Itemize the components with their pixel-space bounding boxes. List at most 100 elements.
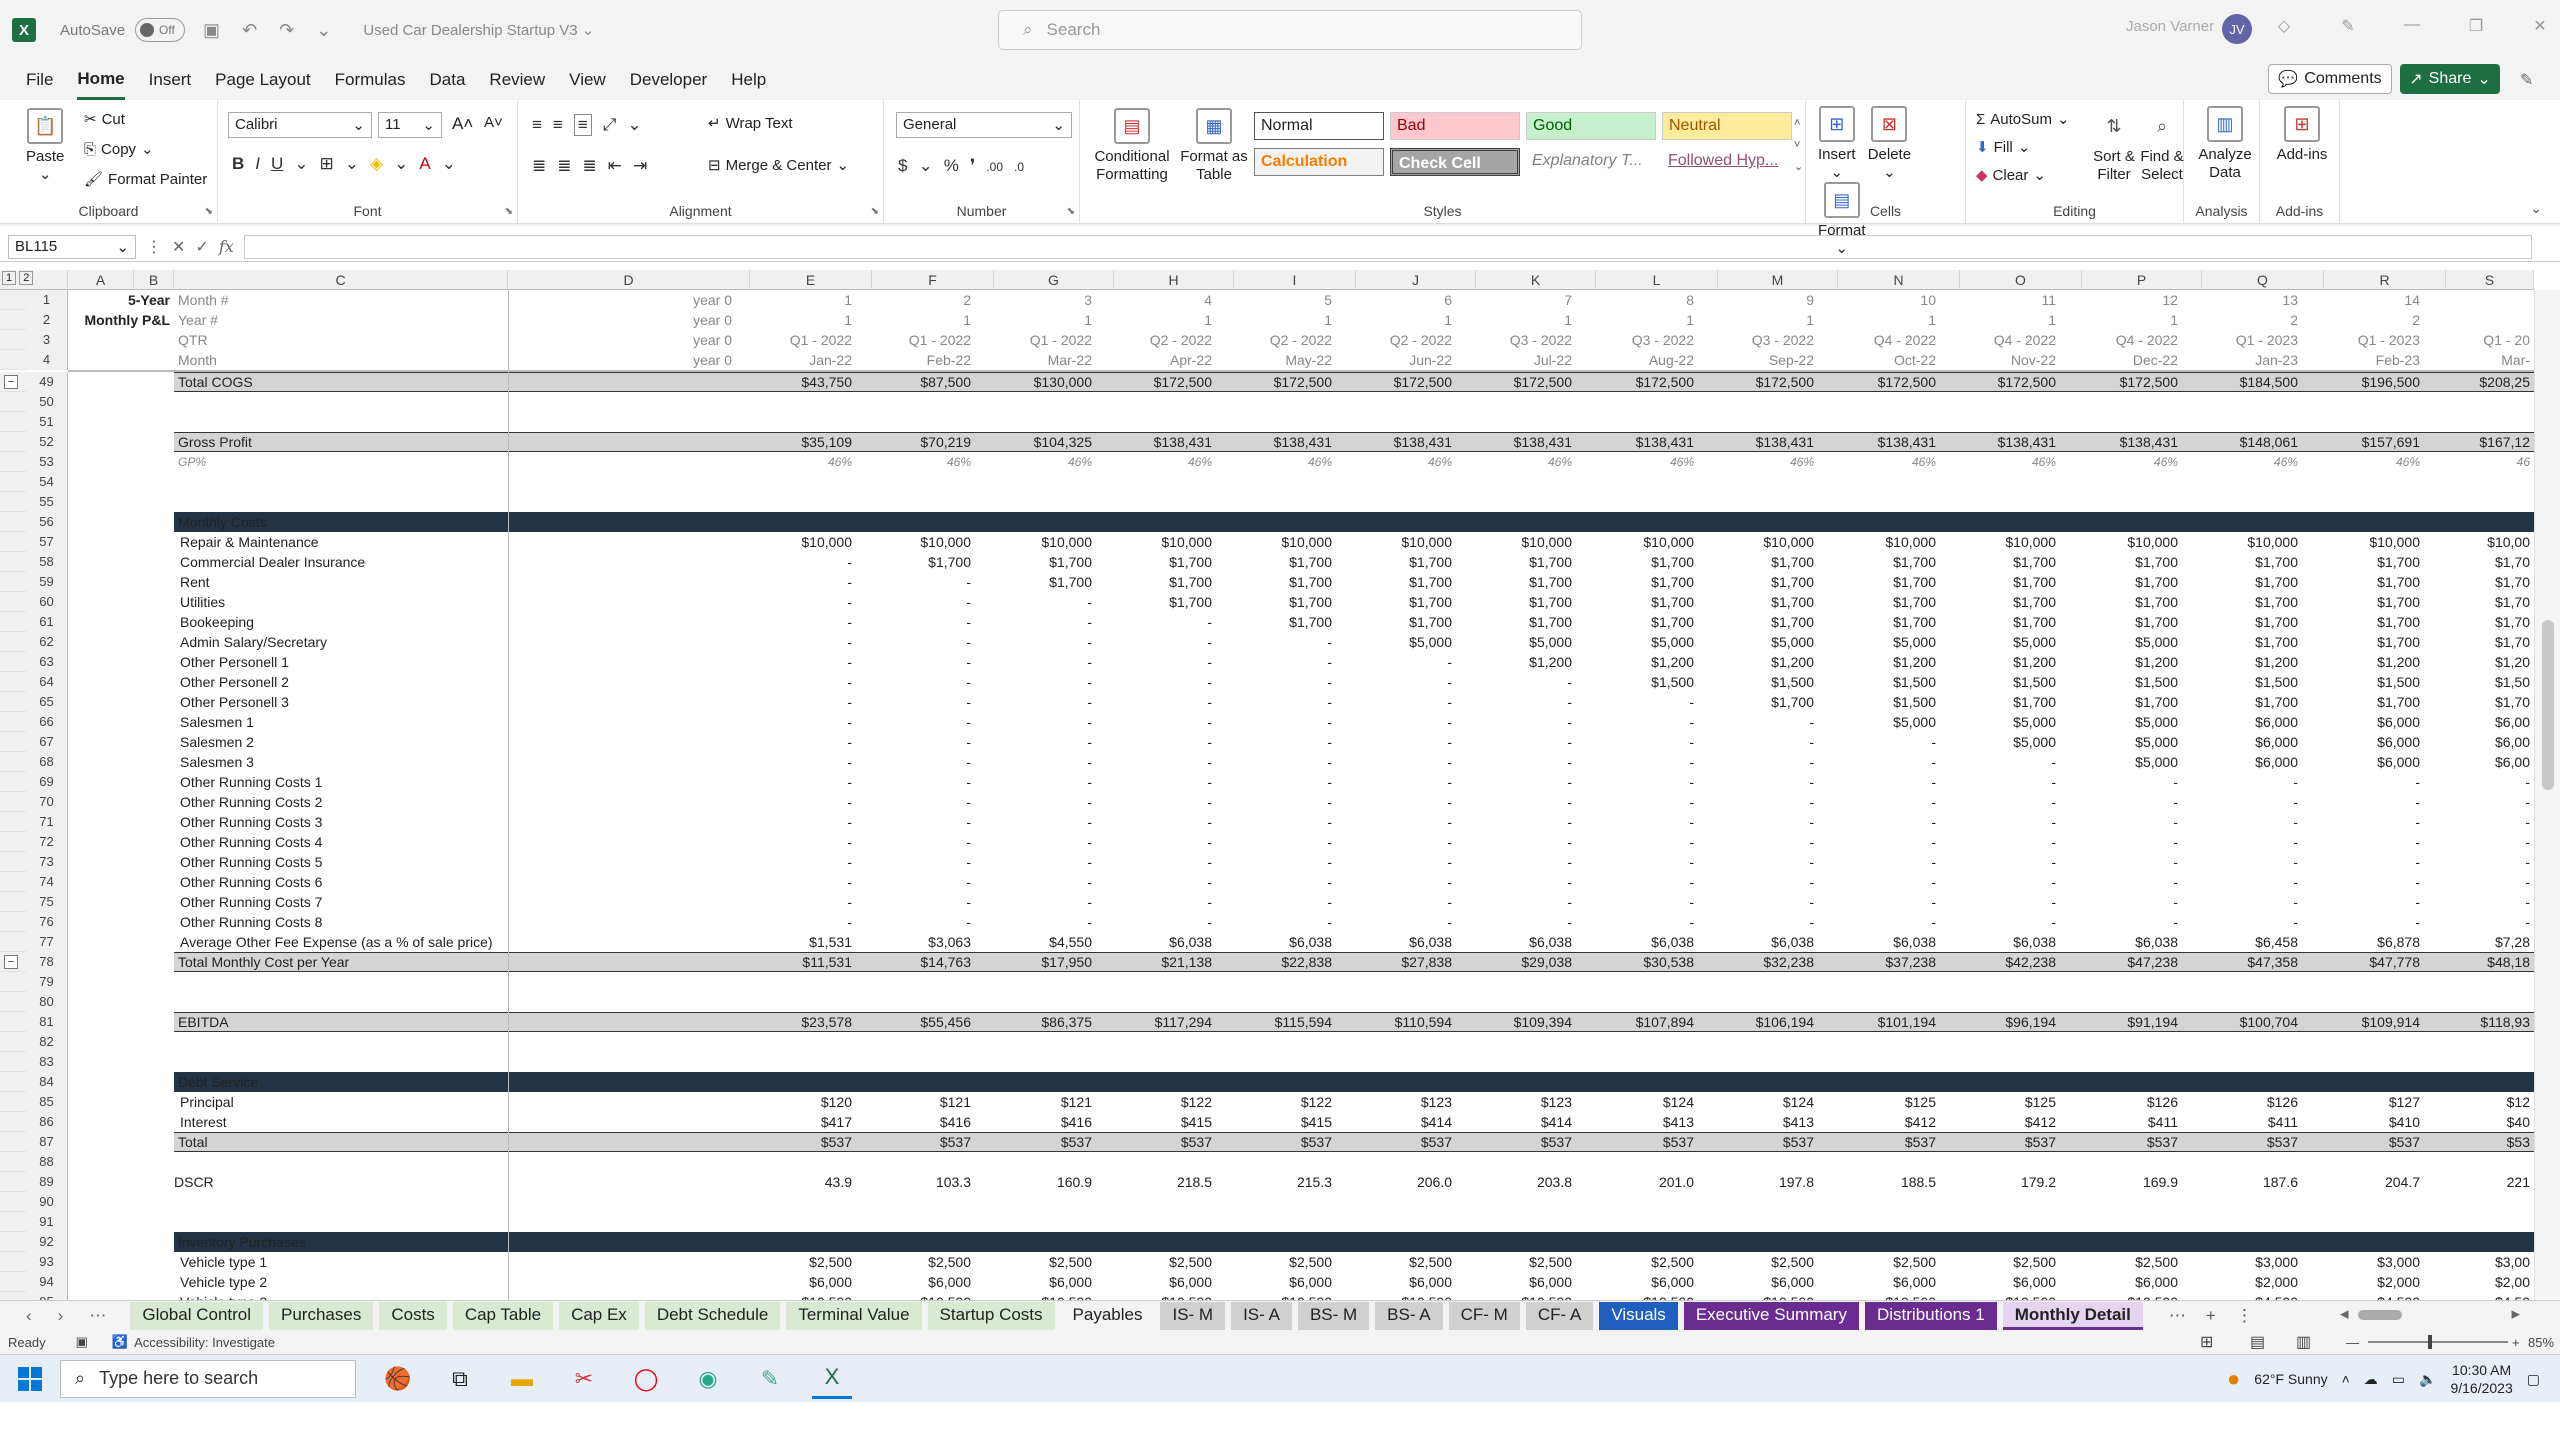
data-cell[interactable]: - [1584, 812, 1698, 832]
data-cell[interactable]: $1,700 [1584, 552, 1698, 572]
dialog-launcher-icon[interactable]: ⬊ [871, 206, 879, 217]
data-cell[interactable]: - [983, 732, 1096, 752]
data-cell[interactable]: $1,700 [1826, 612, 1940, 632]
sheet-tab-visuals[interactable]: Visuals [1599, 1301, 1678, 1330]
data-cell[interactable]: - [864, 792, 975, 812]
data-cell[interactable]: $10,000 [1104, 532, 1216, 552]
data-cell[interactable]: - [1584, 832, 1698, 852]
data-cell[interactable]: - [2068, 892, 2182, 912]
snipping-tool-icon[interactable]: ✂ [564, 1359, 604, 1399]
data-cell[interactable]: - [983, 692, 1096, 712]
data-cell[interactable]: $1,70 [2432, 692, 2534, 712]
data-cell[interactable]: 7 [1464, 290, 1576, 310]
data-cell[interactable]: - [2190, 812, 2302, 832]
data-cell[interactable]: - [1104, 692, 1216, 712]
data-cell[interactable]: - [864, 712, 975, 732]
data-cell[interactable]: $5,000 [1948, 712, 2060, 732]
data-cell[interactable]: - [758, 832, 856, 852]
data-cell[interactable]: $130,000 [983, 372, 1096, 392]
data-cell[interactable]: - [1826, 912, 1940, 932]
increase-font-icon[interactable]: A˄ [452, 114, 473, 134]
column-header[interactable]: L [1596, 270, 1718, 290]
data-cell[interactable]: $1,700 [1464, 612, 1576, 632]
sheet-tab-cap-table[interactable]: Cap Table [452, 1301, 554, 1330]
data-cell[interactable]: - [1706, 852, 1818, 872]
data-cell[interactable]: $537 [1104, 1132, 1216, 1152]
data-cell[interactable]: - [983, 752, 1096, 772]
data-cell[interactable]: $10,000 [983, 532, 1096, 552]
data-cell[interactable]: 218.5 [1104, 1172, 1216, 1192]
data-cell[interactable]: $10,500 [1826, 1292, 1940, 1300]
data-cell[interactable]: $138,431 [1224, 432, 1336, 452]
data-cell[interactable]: - [983, 652, 1096, 672]
row-number[interactable]: 70 [26, 792, 68, 812]
data-cell[interactable]: - [1826, 832, 1940, 852]
data-cell[interactable]: $4,50 [2432, 1292, 2534, 1300]
column-header[interactable]: F [872, 270, 994, 290]
row-number[interactable]: 77 [26, 932, 68, 952]
row-number[interactable]: 92 [26, 1232, 68, 1252]
row-number[interactable]: 82 [26, 1032, 68, 1052]
row-number[interactable]: 49 [26, 372, 68, 392]
data-cell[interactable]: $1,700 [1344, 612, 1456, 632]
data-cell[interactable]: $1,200 [1826, 652, 1940, 672]
data-cell[interactable]: $1,700 [1584, 592, 1698, 612]
data-cell[interactable]: $1,700 [1104, 552, 1216, 572]
data-cell[interactable]: $101,194 [1826, 1012, 1940, 1032]
data-cell[interactable]: Q2 - 2022 [1344, 330, 1456, 350]
increase-indent-icon[interactable]: ⇥ [633, 156, 647, 176]
data-cell[interactable]: 8 [1584, 290, 1698, 310]
data-cell[interactable]: $106,194 [1706, 1012, 1818, 1032]
data-cell[interactable]: $172,500 [1104, 372, 1216, 392]
data-cell[interactable]: $1,700 [1826, 572, 1940, 592]
data-cell[interactable]: $1,700 [2310, 572, 2424, 592]
document-title[interactable]: Used Car Dealership Startup V3 ⌄ [363, 21, 594, 39]
data-cell[interactable]: $6,038 [1706, 932, 1818, 952]
data-cell[interactable]: $1,500 [1584, 672, 1698, 692]
style-bad[interactable]: Bad [1390, 112, 1520, 140]
data-cell[interactable]: $1,700 [2310, 612, 2424, 632]
excel-taskbar-icon[interactable]: X [812, 1359, 852, 1399]
zoom-level[interactable]: 85% [2528, 1335, 2554, 1350]
data-cell[interactable]: $1,700 [2068, 592, 2182, 612]
data-cell[interactable]: $138,431 [1948, 432, 2060, 452]
data-cell[interactable]: $2,00 [2432, 1272, 2534, 1292]
data-cell[interactable]: 1 [864, 310, 975, 330]
data-cell[interactable]: $42,238 [1948, 952, 2060, 972]
row-number[interactable]: 59 [26, 572, 68, 592]
data-cell[interactable]: $10,500 [1224, 1292, 1336, 1300]
data-cell[interactable]: Sep-22 [1706, 350, 1818, 370]
data-cell[interactable]: 46% [1224, 452, 1336, 472]
data-cell[interactable]: $1,700 [1224, 612, 1336, 632]
data-cell[interactable]: $12 [2432, 1092, 2534, 1112]
more-tabs-icon[interactable]: ⋯ [2169, 1306, 2186, 1326]
data-cell[interactable]: $115,594 [1224, 1012, 1336, 1032]
data-cell[interactable]: - [1706, 712, 1818, 732]
data-cell[interactable]: - [1224, 632, 1336, 652]
data-cell[interactable]: $1,700 [2068, 692, 2182, 712]
data-cell[interactable]: $21,138 [1104, 952, 1216, 972]
data-cell[interactable]: 1 [2068, 310, 2182, 330]
data-cell[interactable]: 10 [1826, 290, 1940, 310]
data-cell[interactable]: - [1224, 912, 1336, 932]
data-cell[interactable]: $29,038 [1464, 952, 1576, 972]
data-cell[interactable]: $537 [1464, 1132, 1576, 1152]
notifications-icon[interactable]: ▢ [2527, 1371, 2540, 1388]
data-cell[interactable]: $10,500 [1706, 1292, 1818, 1300]
chevron-down-icon[interactable]: ⌄ [394, 154, 408, 174]
data-cell[interactable]: - [1344, 812, 1456, 832]
data-cell[interactable]: $537 [2190, 1132, 2302, 1152]
data-cell[interactable]: $6,00 [2432, 732, 2534, 752]
cut-button[interactable]: ✂ Cut [84, 110, 125, 129]
data-cell[interactable]: $1,200 [2310, 652, 2424, 672]
data-cell[interactable]: $537 [1344, 1132, 1456, 1152]
data-cell[interactable]: 203.8 [1464, 1172, 1576, 1192]
data-cell[interactable]: $118,93 [2432, 1012, 2534, 1032]
data-cell[interactable]: - [2432, 772, 2534, 792]
data-cell[interactable]: $120 [758, 1092, 856, 1112]
data-cell[interactable]: - [864, 632, 975, 652]
data-cell[interactable]: $1,700 [1344, 572, 1456, 592]
style-followed-hyperlink[interactable]: Followed Hyp... [1662, 148, 1792, 176]
data-cell[interactable]: $416 [983, 1112, 1096, 1132]
row-number[interactable]: 3 [26, 330, 68, 350]
